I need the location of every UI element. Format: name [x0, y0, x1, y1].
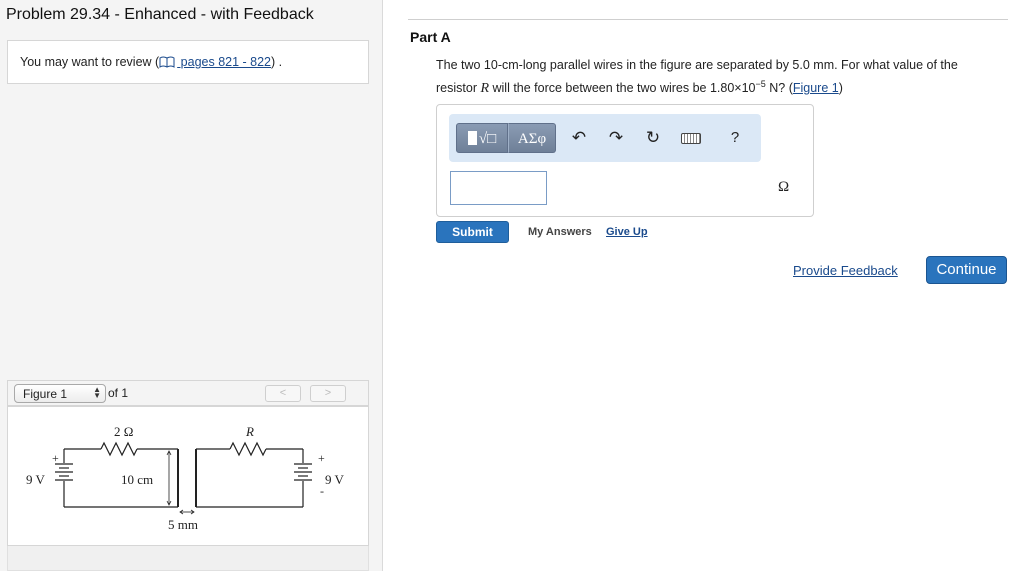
templates-label: √□ [478, 131, 497, 147]
submit-button[interactable]: Submit [436, 221, 509, 243]
question-line-2d: ) [838, 81, 843, 96]
unit-label: Ω [778, 179, 790, 195]
question-line-2b: will the force between the two wires be … [489, 81, 756, 96]
reset-icon[interactable]: ↻ [643, 127, 663, 149]
math-toolbar: √□ ΑΣφ ↶ ↷ ↻ ? [449, 114, 761, 162]
previous-figure-button[interactable]: < [265, 385, 301, 402]
left-resistor-label: 2 Ω [114, 424, 133, 439]
continue-button[interactable]: Continue [926, 256, 1007, 284]
figure-select[interactable]: Figure 1 ▲ ▼ [14, 384, 106, 403]
toolbar-button-group: √□ ΑΣφ [456, 123, 556, 153]
wire-length-label: 10 cm [121, 472, 153, 487]
provide-feedback-link[interactable]: Provide Feedback [793, 263, 898, 278]
question-line-2a: resistor [436, 81, 481, 96]
keyboard-icon[interactable] [679, 127, 703, 149]
separation-label: 5 mm [168, 517, 198, 532]
question-line-2c: N? ( [765, 81, 793, 96]
keyboard-shape [681, 133, 701, 145]
answer-input[interactable] [450, 171, 547, 205]
review-box: You may want to review ( pages 821 - 822… [7, 40, 369, 84]
problem-title: Problem 29.34 - Enhanced - with Feedback [6, 6, 314, 23]
undo-icon[interactable]: ↶ [569, 127, 589, 149]
help-icon[interactable]: ? [725, 127, 745, 149]
left-plus-label: + [52, 451, 59, 465]
review-link-text: pages 821 - 822 [177, 55, 272, 69]
right-resistor [229, 441, 267, 457]
left-resistor [100, 441, 138, 457]
review-prefix: You may want to review ( [20, 55, 160, 69]
question-line-1: The two 10-cm-long parallel wires in the… [436, 58, 958, 72]
review-pages-link[interactable]: pages 821 - 822 [159, 55, 271, 69]
my-answers-link[interactable]: My Answers [528, 226, 592, 238]
figure-select-value: Figure 1 [23, 387, 68, 401]
right-resistor-label: R [245, 424, 254, 439]
greek-symbols-button[interactable]: ΑΣφ [508, 123, 556, 153]
figure-link[interactable]: Figure 1 [793, 81, 839, 95]
right-battery-label: 9 V [325, 472, 345, 487]
resistor-variable: R [480, 81, 490, 97]
divider [408, 19, 1008, 20]
give-up-link[interactable]: Give Up [606, 226, 648, 238]
left-battery-label: 9 V [26, 472, 46, 487]
book-icon [159, 56, 175, 68]
review-suffix: ) . [271, 55, 283, 69]
template-square-icon [467, 131, 477, 145]
circuit-diagram: 2 Ω R 9 V 9 V + + - 10 cm 5 mm [26, 424, 345, 532]
question-text: The two 10-cm-long parallel wires in the… [436, 56, 1006, 98]
figure-panel: 2 Ω R 9 V 9 V + + - 10 cm 5 mm [7, 406, 369, 546]
right-plus-label: + [318, 451, 325, 465]
right-minus-label: - [320, 484, 324, 498]
templates-button[interactable]: √□ [456, 123, 508, 153]
answer-box: √□ ΑΣφ ↶ ↷ ↻ ? Ω [436, 104, 814, 217]
redo-icon[interactable]: ↷ [606, 127, 626, 149]
next-figure-button[interactable]: > [310, 385, 346, 402]
select-arrows-icon: ▲ ▼ [93, 385, 101, 400]
left-panel: Problem 29.34 - Enhanced - with Feedback… [0, 0, 383, 571]
figure-navigation: Figure 1 ▲ ▼ of 1 < > [7, 380, 369, 406]
part-title: Part A [410, 29, 451, 45]
figure-count: of 1 [108, 386, 129, 400]
exponent: −5 [755, 79, 766, 89]
figure-footer [7, 546, 369, 571]
